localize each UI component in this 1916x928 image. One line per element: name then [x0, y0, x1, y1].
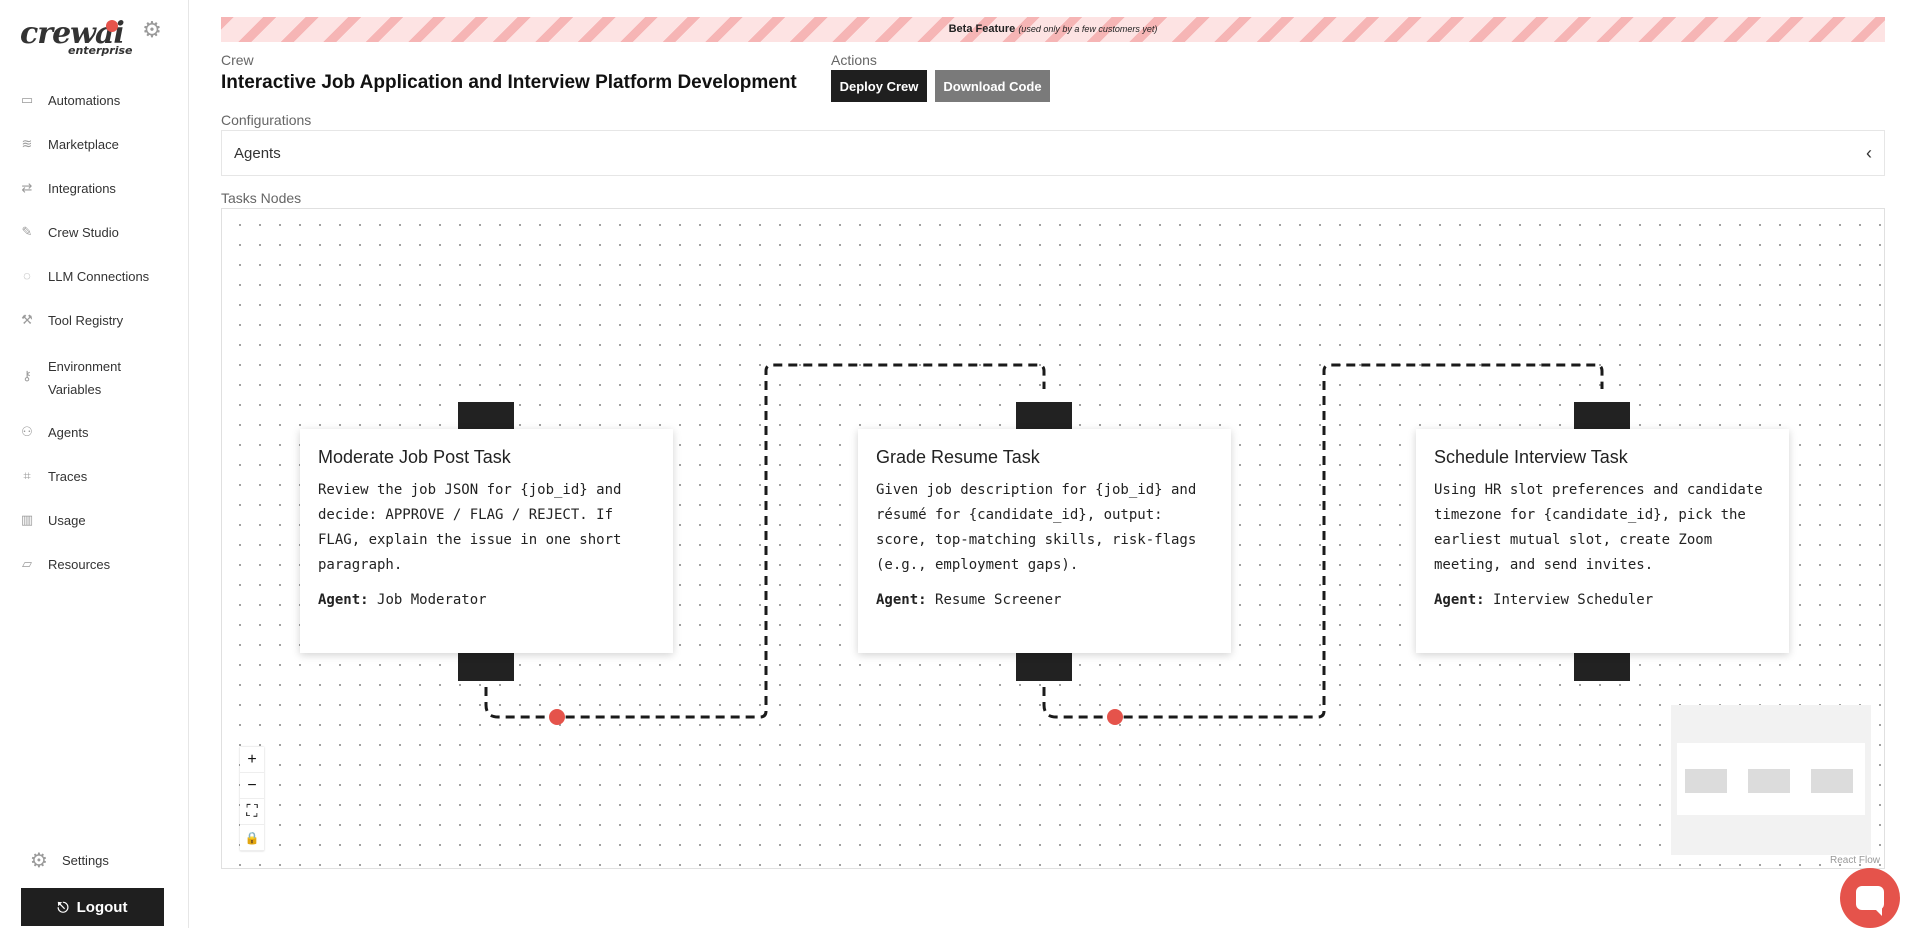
beta-title: Beta Feature — [948, 23, 1016, 35]
actions-label: Actions — [831, 52, 877, 68]
task-node-schedule-interview[interactable]: Schedule Interview Task Using HR slot pr… — [1416, 429, 1789, 653]
node-handle-top[interactable] — [1016, 402, 1072, 430]
wrench-icon: ⚒ — [21, 312, 33, 327]
minimap-node — [1685, 769, 1727, 793]
database-icon: ≋ — [21, 136, 33, 151]
edge-marker-1 — [549, 709, 565, 725]
beta-banner: Beta Feature (used only by a few custome… — [221, 17, 1885, 42]
key-icon: ⚷ — [22, 368, 32, 383]
sidebar-item-environment-variables[interactable]: ⚷ Environment Variables — [0, 343, 189, 411]
chat-icon — [1856, 886, 1884, 916]
agent-label: Agent: — [1434, 592, 1485, 608]
sidebar-item-usage[interactable]: ▥ Usage — [0, 499, 189, 543]
agent-name: Job Moderator — [377, 592, 487, 608]
agents-accordion-label: Agents — [234, 145, 281, 162]
task-node-moderate-job-post[interactable]: Moderate Job Post Task Review the job JS… — [300, 429, 673, 653]
agents-accordion[interactable]: Agents ‹ — [221, 130, 1885, 176]
sidebar-item-label: Usage — [48, 513, 86, 528]
page-title: Interactive Job Application and Intervie… — [221, 72, 797, 93]
agent-name: Interview Scheduler — [1493, 592, 1654, 608]
task-node-agent: Agent: Interview Scheduler — [1434, 592, 1771, 608]
sidebar-item-crew-studio[interactable]: ✎ Crew Studio — [0, 211, 189, 255]
scan-icon: ⌗ — [23, 468, 31, 483]
sidebar-item-label: LLM Connections — [48, 269, 150, 284]
edit-icon: ✎ — [21, 224, 33, 239]
sidebar-item-label: Automations — [48, 93, 121, 108]
sidebar-item-label: Tool Registry — [48, 313, 124, 328]
configurations-label: Configurations — [221, 112, 312, 128]
sidebar-item-agents[interactable]: ⚇ Agents — [0, 411, 189, 455]
task-node-description: Review the job JSON for {job_id} and dec… — [318, 482, 622, 573]
node-handle-top[interactable] — [458, 402, 514, 430]
react-flow-attribution[interactable]: React Flow — [1830, 855, 1880, 866]
crew-label: Crew — [221, 52, 254, 68]
task-node-title: Moderate Job Post Task — [318, 447, 511, 467]
bar-chart-icon: ▥ — [20, 512, 34, 527]
task-node-agent: Agent: Job Moderator — [318, 592, 655, 608]
settings-label: Settings — [61, 853, 109, 868]
gear-icon[interactable]: ⚙ — [140, 18, 164, 42]
node-handle-bottom[interactable] — [1574, 653, 1630, 681]
minimap-node — [1811, 769, 1853, 793]
task-node-title: Schedule Interview Task — [1434, 447, 1628, 467]
circle-icon: ◌ — [23, 268, 31, 283]
beta-note: (used only by a few customers yet) — [1018, 24, 1158, 34]
sidebar-item-label: Agents — [48, 425, 89, 440]
sidebar-item-resources[interactable]: ▱ Resources — [0, 543, 189, 587]
logout-label: Logout — [76, 898, 128, 916]
arrows-icon: ⇄ — [21, 180, 33, 195]
sidebar-item-label: Marketplace — [48, 137, 119, 152]
node-handle-top[interactable] — [1574, 402, 1630, 430]
task-node-description: Using HR slot preferences and candidate … — [1434, 482, 1763, 573]
task-node-description: Given job description for {job_id} and r… — [876, 482, 1197, 573]
node-handle-bottom[interactable] — [1016, 653, 1072, 681]
folder-icon: ▱ — [22, 556, 32, 571]
logo-dot — [106, 20, 118, 32]
sidebar-nav: ▭ Automations ≋ Marketplace ⇄ Integrations … — [0, 79, 189, 587]
gear-icon: ⚙ — [30, 850, 48, 872]
sidebar-item-label: Environment Variables — [48, 359, 121, 397]
sidebar-item-label: Crew Studio — [48, 225, 119, 240]
fit-view-icon[interactable]: ⛶ — [240, 799, 264, 825]
edge-marker-2 — [1107, 709, 1123, 725]
sidebar-item-traces[interactable]: ⌗ Traces — [0, 455, 189, 499]
logout-icon: ⎋ — [57, 898, 69, 915]
agent-label: Agent: — [876, 592, 927, 608]
lock-icon[interactable]: 🔒 — [240, 825, 264, 851]
sidebar-item-tool-registry[interactable]: ⚒ Tool Registry — [0, 299, 189, 343]
flow-canvas[interactable]: Moderate Job Post Task Review the job JS… — [221, 208, 1885, 869]
sidebar-item-automations[interactable]: ▭ Automations — [0, 79, 189, 123]
zoom-in-icon[interactable]: + — [240, 747, 264, 773]
flow-controls: + − ⛶ 🔒 — [240, 747, 264, 851]
sidebar-item-marketplace[interactable]: ≋ Marketplace — [0, 123, 189, 167]
download-code-button[interactable]: Download Code — [935, 70, 1050, 102]
agent-name: Resume Screener — [935, 592, 1062, 608]
logo-sub: enterprise — [68, 44, 133, 57]
sidebar-item-llm-connections[interactable]: ◌ LLM Connections — [0, 255, 189, 299]
sidebar-item-label: Resources — [48, 557, 111, 572]
sidebar-item-integrations[interactable]: ⇄ Integrations — [0, 167, 189, 211]
sidebar-item-label: Traces — [48, 469, 88, 484]
zoom-out-icon[interactable]: − — [240, 773, 264, 799]
task-node-grade-resume[interactable]: Grade Resume Task Given job description … — [858, 429, 1231, 653]
settings-link[interactable]: ⚙ Settings — [30, 848, 109, 873]
node-handle-bottom[interactable] — [458, 653, 514, 681]
sidebar-item-label: Integrations — [48, 181, 116, 196]
agent-label: Agent: — [318, 592, 369, 608]
sidebar: crewai enterprise ⚙ ▭ Automations ≋ Market… — [0, 0, 189, 928]
chat-widget-button[interactable] — [1840, 868, 1900, 928]
minimap[interactable] — [1671, 705, 1871, 855]
chevron-left-icon[interactable]: ‹ — [1866, 143, 1872, 164]
crewai-logo[interactable]: crewai enterprise — [20, 16, 133, 60]
minimap-node — [1748, 769, 1790, 793]
monitor-icon: ▭ — [20, 92, 34, 107]
users-icon: ⚇ — [21, 424, 33, 439]
logout-button[interactable]: ⎋ Logout — [21, 888, 164, 926]
task-node-agent: Agent: Resume Screener — [876, 592, 1213, 608]
deploy-crew-button[interactable]: Deploy Crew — [831, 70, 927, 102]
tasks-nodes-label: Tasks Nodes — [221, 190, 302, 206]
task-node-title: Grade Resume Task — [876, 447, 1040, 467]
